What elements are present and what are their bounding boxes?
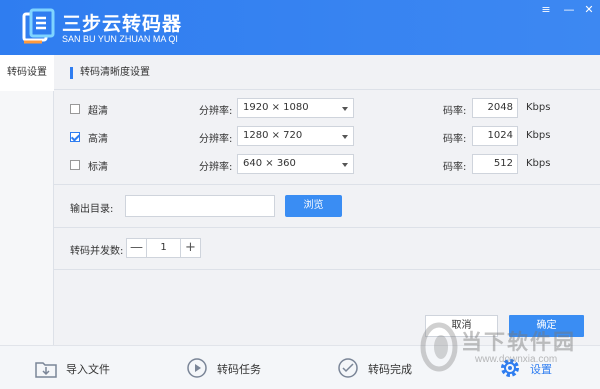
import-file-icon — [35, 362, 57, 378]
quality-checkbox-hd[interactable] — [70, 132, 80, 142]
nav-transcode-done[interactable]: 转码完成 — [336, 346, 446, 389]
sidebar-item-transcode-settings[interactable]: 转码设置 — [0, 55, 54, 91]
nav-transcode-task[interactable]: 转码任务 — [185, 346, 295, 389]
cancel-button[interactable]: 取消 — [425, 315, 498, 337]
resolution-label: 分辨率: — [199, 134, 233, 145]
bitrate-input[interactable]: 512 — [472, 154, 518, 174]
done-icon — [338, 358, 358, 378]
nav-label: 转码任务 — [217, 363, 261, 376]
divider — [54, 184, 600, 185]
nav-label: 导入文件 — [66, 363, 110, 376]
divider — [54, 89, 600, 90]
resolution-select[interactable]: 1280 × 720 — [237, 126, 354, 146]
nav-settings[interactable]: 设置 — [498, 346, 578, 389]
decrement-button[interactable]: — — [127, 239, 147, 257]
resolution-select[interactable]: 640 × 360 — [237, 154, 354, 174]
nav-label: 设置 — [530, 363, 552, 376]
sidebar: 转码设置 — [0, 55, 54, 345]
quality-row-uhd: 超清 分辨率: 1920 × 1080 码率: 2048 Kbps — [54, 98, 600, 120]
concurrency-stepper: — 1 + — [126, 238, 201, 258]
app-title: 三步云转码器 — [62, 13, 183, 35]
bottom-nav: 导入文件 转码任务 转码完成 设置 — [0, 345, 600, 389]
section-title: 转码清晰度设置 — [70, 67, 150, 79]
quality-row-hd: 高清 分辨率: 1280 × 720 码率: 1024 Kbps — [54, 126, 600, 148]
settings-panel: 转码清晰度设置 超清 分辨率: 1920 × 1080 码率: 2048 Kbp… — [54, 55, 600, 345]
bitrate-label: 码率: — [443, 134, 467, 145]
quality-row-sd: 标清 分辨率: 640 × 360 码率: 512 Kbps — [54, 154, 600, 176]
quality-checkbox-uhd[interactable] — [70, 104, 80, 114]
bitrate-unit: Kbps — [526, 158, 551, 169]
increment-button[interactable]: + — [180, 239, 200, 257]
quality-label: 标清 — [88, 162, 108, 173]
close-icon[interactable]: ✕ — [580, 2, 598, 18]
chevron-down-icon — [342, 163, 348, 167]
resolution-label: 分辨率: — [199, 162, 233, 173]
concurrency-label: 转码并发数: — [70, 246, 124, 257]
title-bar: 三步云转码器 SAN BU YUN ZHUAN MA QI ≡ — ✕ — [0, 0, 600, 55]
concurrency-value[interactable]: 1 — [147, 239, 180, 257]
minimize-icon[interactable]: — — [560, 2, 578, 18]
quality-label: 高清 — [88, 134, 108, 145]
chevron-down-icon — [342, 135, 348, 139]
gear-icon — [501, 359, 519, 377]
divider — [54, 227, 600, 228]
quality-checkbox-sd[interactable] — [70, 160, 80, 170]
quality-label: 超清 — [88, 106, 108, 117]
bitrate-label: 码率: — [443, 162, 467, 173]
bitrate-input[interactable]: 1024 — [472, 126, 518, 146]
task-icon — [187, 358, 207, 378]
bitrate-label: 码率: — [443, 106, 467, 117]
resolution-value: 640 × 360 — [243, 158, 296, 169]
menu-icon[interactable]: ≡ — [537, 2, 555, 18]
bitrate-unit: Kbps — [526, 102, 551, 113]
nav-label: 转码完成 — [368, 363, 412, 376]
resolution-value: 1280 × 720 — [243, 130, 303, 141]
resolution-select[interactable]: 1920 × 1080 — [237, 98, 354, 118]
confirm-button[interactable]: 确定 — [509, 315, 584, 337]
bitrate-input[interactable]: 2048 — [472, 98, 518, 118]
browse-button[interactable]: 浏览 — [285, 195, 342, 217]
resolution-label: 分辨率: — [199, 106, 233, 117]
output-dir-label: 输出目录: — [70, 204, 114, 215]
app-subtitle: SAN BU YUN ZHUAN MA QI — [62, 34, 178, 44]
nav-import-file[interactable]: 导入文件 — [30, 346, 140, 389]
bitrate-unit: Kbps — [526, 130, 551, 141]
chevron-down-icon — [342, 107, 348, 111]
output-dir-input[interactable] — [125, 195, 275, 217]
app-logo-icon — [22, 8, 55, 44]
resolution-value: 1920 × 1080 — [243, 102, 309, 113]
divider — [54, 269, 600, 270]
